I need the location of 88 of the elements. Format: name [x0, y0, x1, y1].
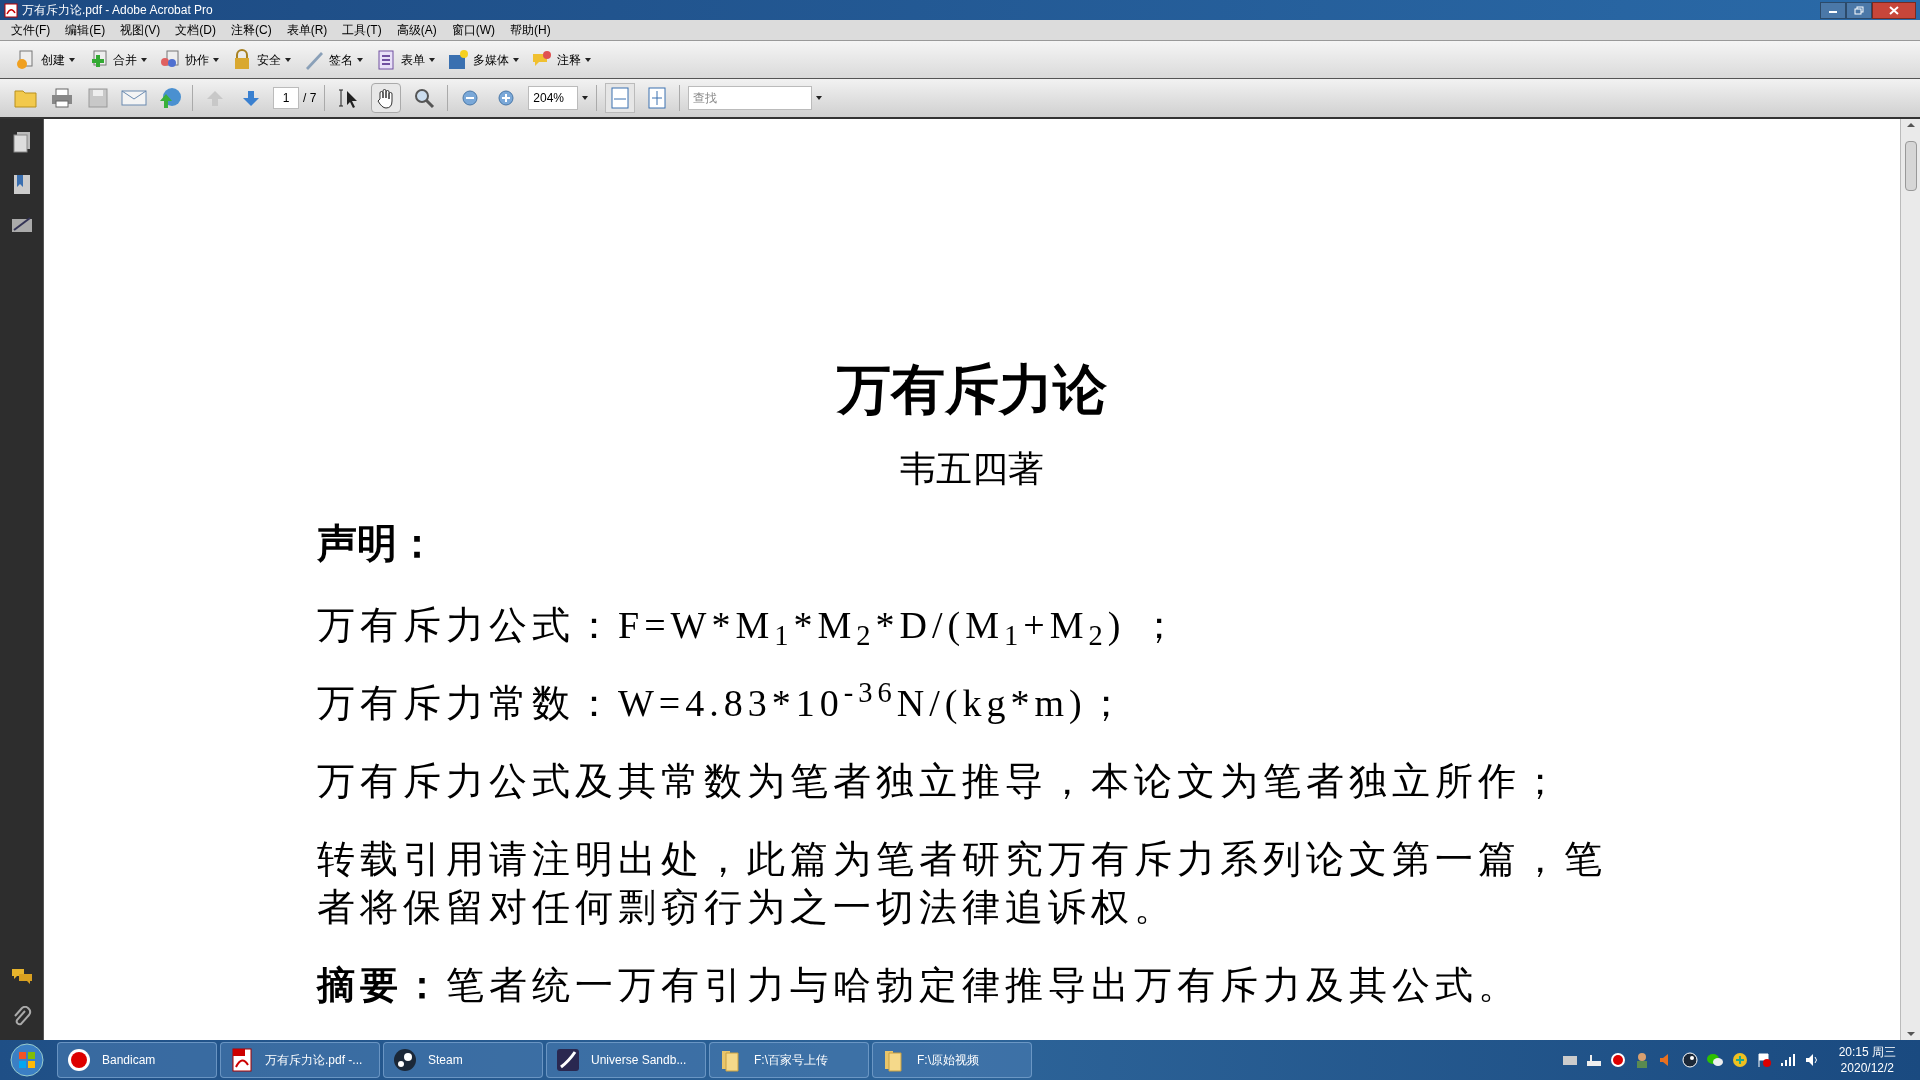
clock-date: 2020/12/2 [1840, 1060, 1894, 1076]
paragraph: 转载引用请注明出处，此篇为笔者研究万有斥力系列论文第一篇，笔者将保留对任何剽窃行为之一切法律追诉权。 [317, 837, 1608, 930]
caret-icon[interactable] [582, 96, 589, 100]
window-title: 万有斥力论.pdf - Adobe Acrobat Pro [22, 2, 214, 19]
minimize-button[interactable] [1820, 1, 1846, 19]
page-count: / 7 [303, 90, 317, 107]
menu-item[interactable]: 注释(C) [224, 20, 279, 40]
forms-icon [375, 48, 397, 71]
clock-time: 20:15 周三 [1838, 1044, 1896, 1060]
paragraph: 万有斥力公式：F=W*M$_{1}$*M$_{2}$*D/(M$_{1}$+M$_{2}$) ； [317, 603, 1183, 649]
scrollbar[interactable] [1900, 119, 1920, 1040]
pdf-icon [229, 1047, 255, 1073]
caret-icon[interactable] [816, 96, 823, 100]
fit-width-icon [610, 87, 631, 109]
hand-tool-button[interactable] [371, 83, 402, 113]
signature-icon[interactable] [10, 215, 33, 235]
close-button[interactable] [1872, 1, 1916, 19]
document-author: 韦五四著 [899, 447, 1045, 491]
toolbar-button[interactable]: 创建 [12, 44, 78, 75]
record-icon [66, 1047, 92, 1073]
toolbar-button[interactable]: 合并 [84, 44, 150, 75]
pdf-icon [4, 2, 18, 18]
caret-icon [213, 57, 219, 62]
caret-icon [285, 57, 291, 62]
menu-item[interactable]: 编辑(E) [58, 20, 113, 40]
menu-item[interactable]: 窗口(W) [444, 20, 502, 40]
next-page-icon [242, 89, 260, 107]
signal-icon[interactable] [1779, 1053, 1796, 1067]
zoom-field[interactable]: 204% [528, 86, 579, 110]
toolbar-button[interactable]: 表单 [372, 44, 438, 75]
upload-icon [158, 87, 182, 109]
caret-icon [141, 57, 147, 62]
toolbar-button[interactable]: 签名 [300, 44, 366, 75]
menu-item[interactable]: 高级(A) [389, 20, 444, 40]
print-icon [51, 88, 73, 108]
caret-icon [429, 57, 435, 62]
close-icon [1889, 5, 1899, 15]
toolbar-button[interactable]: 多媒体 [444, 44, 522, 75]
paragraph: 万有斥力公式及其常数为笔者独立推导，本论文为笔者独立所作； [317, 759, 1564, 804]
taskbar-button[interactable]: 万有斥力论.pdf -... [220, 1042, 380, 1078]
caret-icon [357, 57, 363, 62]
open-icon [14, 88, 38, 108]
restore-button[interactable] [1846, 1, 1872, 19]
page-number-field[interactable]: 1 [273, 87, 299, 109]
paperclip-icon[interactable] [11, 1006, 32, 1028]
caret-icon [513, 57, 519, 62]
keyboard-icon[interactable] [1561, 1054, 1578, 1066]
toolbar-button[interactable]: 注释 [528, 44, 594, 75]
chat-icon[interactable] [1705, 1052, 1724, 1068]
document-title: 万有斥力论 [835, 358, 1108, 421]
scrollbar-thumb[interactable] [1904, 141, 1917, 191]
taskbar-button[interactable]: F:\百家号上传 [709, 1042, 869, 1078]
toolbar-button[interactable]: 协作 [156, 44, 222, 75]
taskbar-button[interactable]: F:\原始视频 [872, 1042, 1032, 1078]
record-icon[interactable] [1609, 1052, 1626, 1068]
menu-item[interactable]: 视图(V) [113, 20, 168, 40]
bookmark-icon[interactable] [11, 173, 32, 195]
windows-logo-icon [10, 1043, 44, 1077]
taskbar-button[interactable]: Steam [383, 1042, 543, 1078]
search-field[interactable]: 查找 [688, 86, 813, 110]
email-icon [121, 89, 147, 107]
zoom-in-icon [497, 89, 516, 107]
flag-error-icon[interactable] [1755, 1052, 1772, 1068]
fit-page-icon [647, 87, 668, 109]
steam-icon [392, 1047, 418, 1073]
volume-icon[interactable] [1803, 1052, 1820, 1068]
toolbar-button[interactable]: 安全 [228, 44, 294, 75]
menu-item[interactable]: 文件(F) [4, 20, 58, 40]
menu-item[interactable]: 工具(T) [335, 20, 389, 40]
menu-item[interactable]: 帮助(H) [503, 20, 558, 40]
network-device-icon[interactable] [1585, 1052, 1602, 1068]
paragraph: 摘要：笔者统一万有引力与哈勃定律推导出万有斥力及其公式。 [317, 963, 1521, 1008]
pages-icon[interactable] [11, 131, 32, 153]
save-icon [88, 88, 108, 108]
comments-icon[interactable] [9, 966, 34, 986]
taskbar-button[interactable]: Universe Sandb... [546, 1042, 706, 1078]
zoom-tool-icon [413, 87, 436, 109]
taskbar-button[interactable]: Bandicam [57, 1042, 217, 1078]
section-heading: 声明： [317, 520, 437, 567]
caret-icon [69, 57, 75, 62]
zoom-out-icon [461, 89, 480, 107]
caret-icon [585, 57, 591, 62]
steam-icon[interactable] [1681, 1052, 1698, 1068]
menu-item[interactable]: 表单(R) [279, 20, 335, 40]
menu-item[interactable]: 文档(D) [168, 20, 223, 40]
restore-icon [1854, 5, 1864, 15]
previous-page-icon [206, 89, 224, 107]
paragraph: 万有斥力常数：W=4.83*10$^{-36}$N/(kg*m)； [317, 679, 1130, 726]
